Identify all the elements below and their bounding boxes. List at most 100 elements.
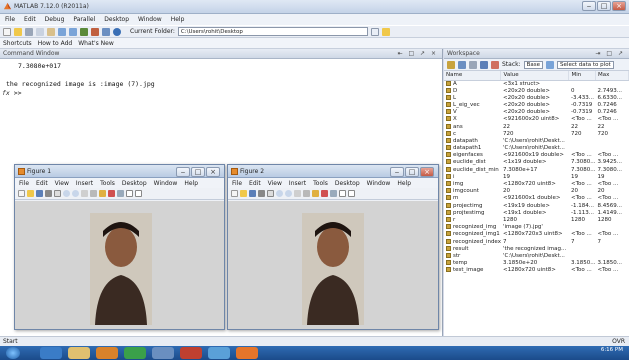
help-icon[interactable] bbox=[113, 27, 121, 36]
fig-menu-insert[interactable]: Insert bbox=[289, 180, 306, 187]
fig-menu-help[interactable]: Help bbox=[184, 180, 198, 187]
start-button[interactable]: Start bbox=[3, 338, 18, 345]
open-file-icon[interactable] bbox=[240, 190, 247, 197]
stack-select[interactable]: Base bbox=[523, 60, 544, 69]
figure-1-close-button[interactable]: × bbox=[206, 167, 220, 177]
panel-controls[interactable]: ⇥ □ ↗ bbox=[595, 49, 625, 59]
fig-menu-view[interactable]: View bbox=[55, 180, 69, 187]
command-prompt[interactable]: fx >> bbox=[2, 89, 442, 98]
workspace-row[interactable]: recognized_index 7 7 7 bbox=[444, 238, 629, 245]
workspace-row[interactable]: recognized_img1 <1280x720x3 uint8> <Too ..… bbox=[444, 231, 629, 238]
menu-debug[interactable]: Debug bbox=[45, 16, 65, 23]
menu-window[interactable]: Window bbox=[138, 16, 162, 23]
brush-icon[interactable] bbox=[321, 190, 328, 197]
workspace-row[interactable]: V <20x20 double> -0.7319 0.7246 bbox=[444, 109, 629, 116]
pan-icon[interactable] bbox=[294, 190, 301, 197]
close-button[interactable]: × bbox=[612, 1, 626, 11]
figure-1-window[interactable]: Figure 1 ‒ □ × File Edit View Insert Too… bbox=[14, 164, 225, 330]
chrome-taskbar-icon[interactable] bbox=[208, 347, 230, 359]
cut-icon[interactable] bbox=[25, 27, 33, 36]
column-header-min[interactable]: Min bbox=[568, 71, 596, 81]
taskbar-clock[interactable]: 6:16 PM bbox=[601, 347, 623, 353]
new-file-icon[interactable] bbox=[3, 27, 11, 36]
fig-menu-edit[interactable]: Edit bbox=[36, 180, 48, 187]
workspace-row[interactable]: euclide_dist <1x19 double> 7.3080... 3.9425… bbox=[444, 159, 629, 166]
open-file-icon[interactable] bbox=[27, 190, 34, 197]
print-icon[interactable] bbox=[258, 190, 265, 197]
workspace-row[interactable]: recognized_img 'image (7).jpg' bbox=[444, 224, 629, 231]
open-folder-icon[interactable] bbox=[14, 27, 22, 36]
print-icon[interactable] bbox=[45, 190, 52, 197]
guide-icon[interactable] bbox=[91, 27, 99, 36]
profiler-icon[interactable] bbox=[102, 27, 110, 36]
workspace-row[interactable]: test_image <1280x720 uint8> <Too ... <Too .… bbox=[444, 267, 629, 274]
plot-icon[interactable] bbox=[546, 60, 555, 69]
legend-icon[interactable] bbox=[348, 190, 355, 197]
current-folder-input[interactable]: C:\Users\rohit\Desktop bbox=[177, 27, 368, 36]
figure-2-titlebar[interactable]: Figure 2 ‒ □ × bbox=[228, 165, 438, 178]
shortcuts-label[interactable]: Shortcuts bbox=[3, 40, 32, 47]
figure-2-minimize-button[interactable]: ‒ bbox=[390, 167, 404, 177]
app2-taskbar-icon[interactable] bbox=[152, 347, 174, 359]
workspace-row[interactable]: temp 3.1850e+20 3.1850... 3.1850... bbox=[444, 260, 629, 267]
workspace-row[interactable]: img <1280x720 uint8> <Too ... <Too ... bbox=[444, 181, 629, 188]
data-cursor-icon[interactable] bbox=[99, 190, 106, 197]
workspace-row[interactable]: c 720 720 720 bbox=[444, 130, 629, 138]
legend-icon[interactable] bbox=[135, 190, 142, 197]
fig-menu-file[interactable]: File bbox=[19, 180, 29, 187]
delete-variable-icon[interactable] bbox=[491, 60, 499, 69]
workspace-panel[interactable]: Workspace ⇥ □ ↗ Stack: Base Select data … bbox=[444, 49, 629, 347]
fig-menu-tools[interactable]: Tools bbox=[100, 180, 115, 187]
workspace-row[interactable]: i 19 19 19 bbox=[444, 173, 629, 181]
column-header-value[interactable]: Value bbox=[500, 71, 570, 81]
zoom-in-icon[interactable] bbox=[63, 190, 70, 197]
figure-1-minimize-button[interactable]: ‒ bbox=[176, 167, 190, 177]
workspace-row[interactable]: projtestimg <19x1 double> -1.113... 1.4149.… bbox=[444, 209, 629, 217]
fig-menu-file[interactable]: File bbox=[232, 180, 242, 187]
folder-dropdown-icon[interactable] bbox=[370, 27, 379, 36]
matlab-taskbar-icon[interactable] bbox=[236, 347, 258, 359]
menu-file[interactable]: File bbox=[5, 16, 15, 23]
undo-icon[interactable] bbox=[58, 27, 66, 36]
workspace-row[interactable]: datapath1 'C:\Users\rohit\Deskt... bbox=[444, 145, 629, 152]
workspace-row[interactable]: A <3x1 struct> bbox=[444, 80, 629, 88]
zoom-out-icon[interactable] bbox=[285, 190, 292, 197]
link-icon[interactable] bbox=[117, 190, 124, 197]
workspace-row[interactable]: eigenfaces <921600x19 double> <Too ... <Too… bbox=[444, 152, 629, 159]
browse-folder-icon[interactable] bbox=[381, 27, 390, 36]
fig-menu-edit[interactable]: Edit bbox=[249, 180, 261, 187]
windows-start-icon[interactable] bbox=[6, 347, 20, 359]
pan-icon[interactable] bbox=[81, 190, 88, 197]
workspace-row[interactable]: datapath 'C:\Users\rohit\Deskt... bbox=[444, 137, 629, 145]
pointer-icon[interactable] bbox=[267, 190, 274, 197]
ie-taskbar-icon[interactable] bbox=[40, 347, 62, 359]
menu-desktop[interactable]: Desktop bbox=[104, 16, 129, 23]
save-workspace-icon[interactable] bbox=[480, 60, 488, 69]
menu-help[interactable]: Help bbox=[171, 16, 185, 23]
panel-controls[interactable]: ⇤ □ ↗ × bbox=[398, 49, 438, 59]
workspace-row[interactable]: D <20x20 double> 0 2.7493... bbox=[444, 87, 629, 95]
import-data-icon[interactable] bbox=[469, 60, 477, 69]
figure-2-maximize-button[interactable]: □ bbox=[405, 167, 419, 177]
redo-icon[interactable] bbox=[69, 27, 77, 36]
workspace-row[interactable]: projectimg <19x19 double> -1.184... 8.4569.… bbox=[444, 202, 629, 210]
app3-taskbar-icon[interactable] bbox=[180, 347, 202, 359]
rotate-icon[interactable] bbox=[303, 190, 310, 197]
how-to-add-link[interactable]: How to Add bbox=[38, 40, 73, 47]
fig-menu-view[interactable]: View bbox=[268, 180, 282, 187]
data-cursor-icon[interactable] bbox=[312, 190, 319, 197]
function-browser-icon[interactable]: fx bbox=[2, 89, 10, 97]
explorer-taskbar-icon[interactable] bbox=[68, 347, 90, 359]
fig-menu-window[interactable]: Window bbox=[367, 180, 391, 187]
workspace-row[interactable]: L <20x20 double> -3.433... 6.6330... bbox=[444, 94, 629, 102]
save-icon[interactable] bbox=[249, 190, 256, 197]
new-variable-icon[interactable] bbox=[447, 60, 455, 69]
workspace-row[interactable]: X <921600x20 uint8> <Too ... <Too ... bbox=[444, 116, 629, 123]
app-taskbar-icon[interactable] bbox=[124, 347, 146, 359]
new-figure-icon[interactable] bbox=[18, 190, 25, 197]
workspace-row[interactable]: L_eig_vec <20x20 double> -0.7319 0.7246 bbox=[444, 101, 629, 109]
column-header-max[interactable]: Max bbox=[595, 71, 629, 81]
fig-menu-desktop[interactable]: Desktop bbox=[335, 180, 360, 187]
workspace-row[interactable]: result 'the recognized imag... bbox=[444, 245, 629, 253]
workspace-row[interactable]: m <921600x1 double> <Too ... <Too ... bbox=[444, 195, 629, 202]
